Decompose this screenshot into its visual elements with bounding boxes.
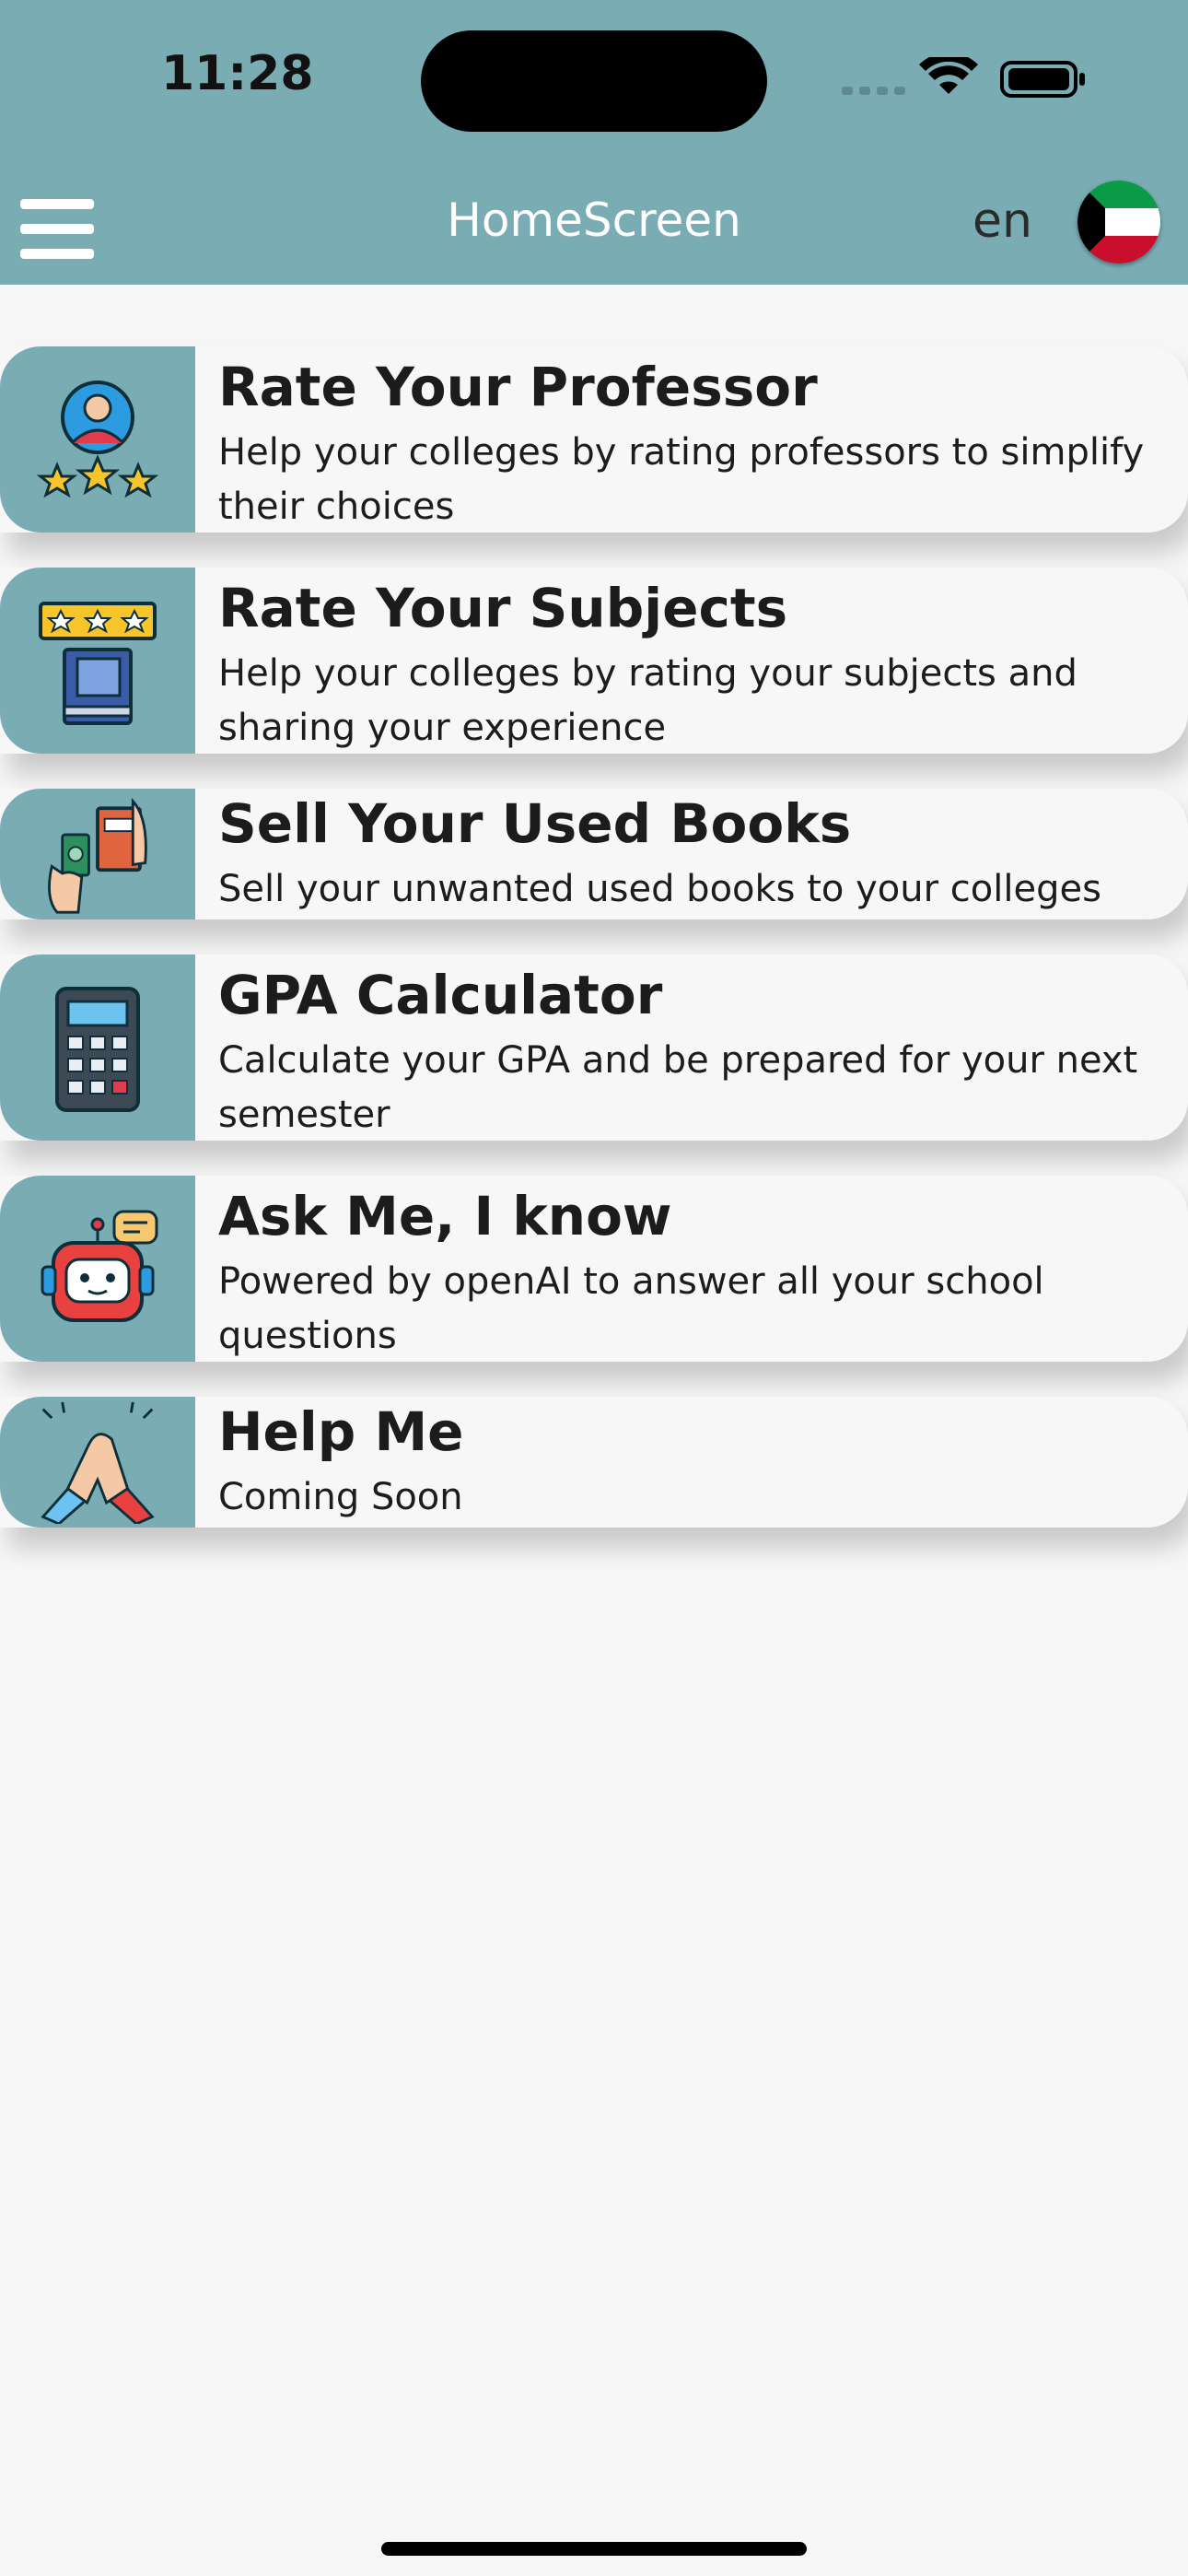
wifi-icon xyxy=(919,57,978,94)
card-description: Help your colleges by rating professors … xyxy=(218,431,1145,528)
card-title: Ask Me, I know xyxy=(218,1185,672,1247)
dynamic-island xyxy=(421,30,767,132)
kuwait-flag-icon[interactable] xyxy=(1077,181,1160,263)
card-icon-area xyxy=(0,346,195,533)
card-description: Sell your unwanted used books to your co… xyxy=(218,868,1101,910)
status-icons xyxy=(842,57,1085,98)
card-title: Help Me xyxy=(218,1400,464,1463)
card-description: Coming Soon xyxy=(218,1476,463,1518)
handshake-icon xyxy=(41,1401,155,1524)
card-icon-area xyxy=(0,954,195,1141)
card-help-me[interactable]: Help Me Coming Soon xyxy=(0,1397,1188,1528)
card-icon-area xyxy=(0,789,195,919)
language-toggle[interactable]: en xyxy=(973,193,1032,249)
card-title: Sell Your Used Books xyxy=(218,792,852,855)
card-rate-subjects[interactable]: Rate Your Subjects Help your colleges by… xyxy=(0,568,1188,754)
home-indicator[interactable] xyxy=(381,2542,807,2556)
card-description: Powered by openAI to answer all your sch… xyxy=(218,1260,1044,1357)
book-rating-icon xyxy=(39,602,157,725)
card-gpa-calculator[interactable]: GPA Calculator Calculate your GPA and be… xyxy=(0,954,1188,1141)
battery-icon xyxy=(1000,61,1085,98)
card-description: Calculate your GPA and be prepared for y… xyxy=(218,1039,1138,1136)
app-header: 11:28 HomeScreen en xyxy=(0,0,1188,285)
card-ask-me[interactable]: Ask Me, I know Powered by openAI to answ… xyxy=(0,1176,1188,1362)
robot-icon xyxy=(41,1210,158,1322)
card-icon-area xyxy=(0,1176,195,1362)
signal-icon xyxy=(842,87,905,95)
card-icon-area xyxy=(0,568,195,754)
status-time: 11:28 xyxy=(161,46,314,101)
card-rate-professor[interactable]: Rate Your Professor Help your colleges b… xyxy=(0,346,1188,533)
card-title: Rate Your Professor xyxy=(218,356,818,418)
card-sell-books[interactable]: Sell Your Used Books Sell your unwanted … xyxy=(0,789,1188,919)
calculator-icon xyxy=(55,987,140,1112)
card-title: GPA Calculator xyxy=(218,964,663,1026)
book-sale-icon xyxy=(48,797,147,914)
card-description: Help your colleges by rating your subjec… xyxy=(218,652,1077,749)
card-title: Rate Your Subjects xyxy=(218,577,788,639)
professor-rating-icon xyxy=(36,381,159,498)
card-icon-area xyxy=(0,1397,195,1528)
